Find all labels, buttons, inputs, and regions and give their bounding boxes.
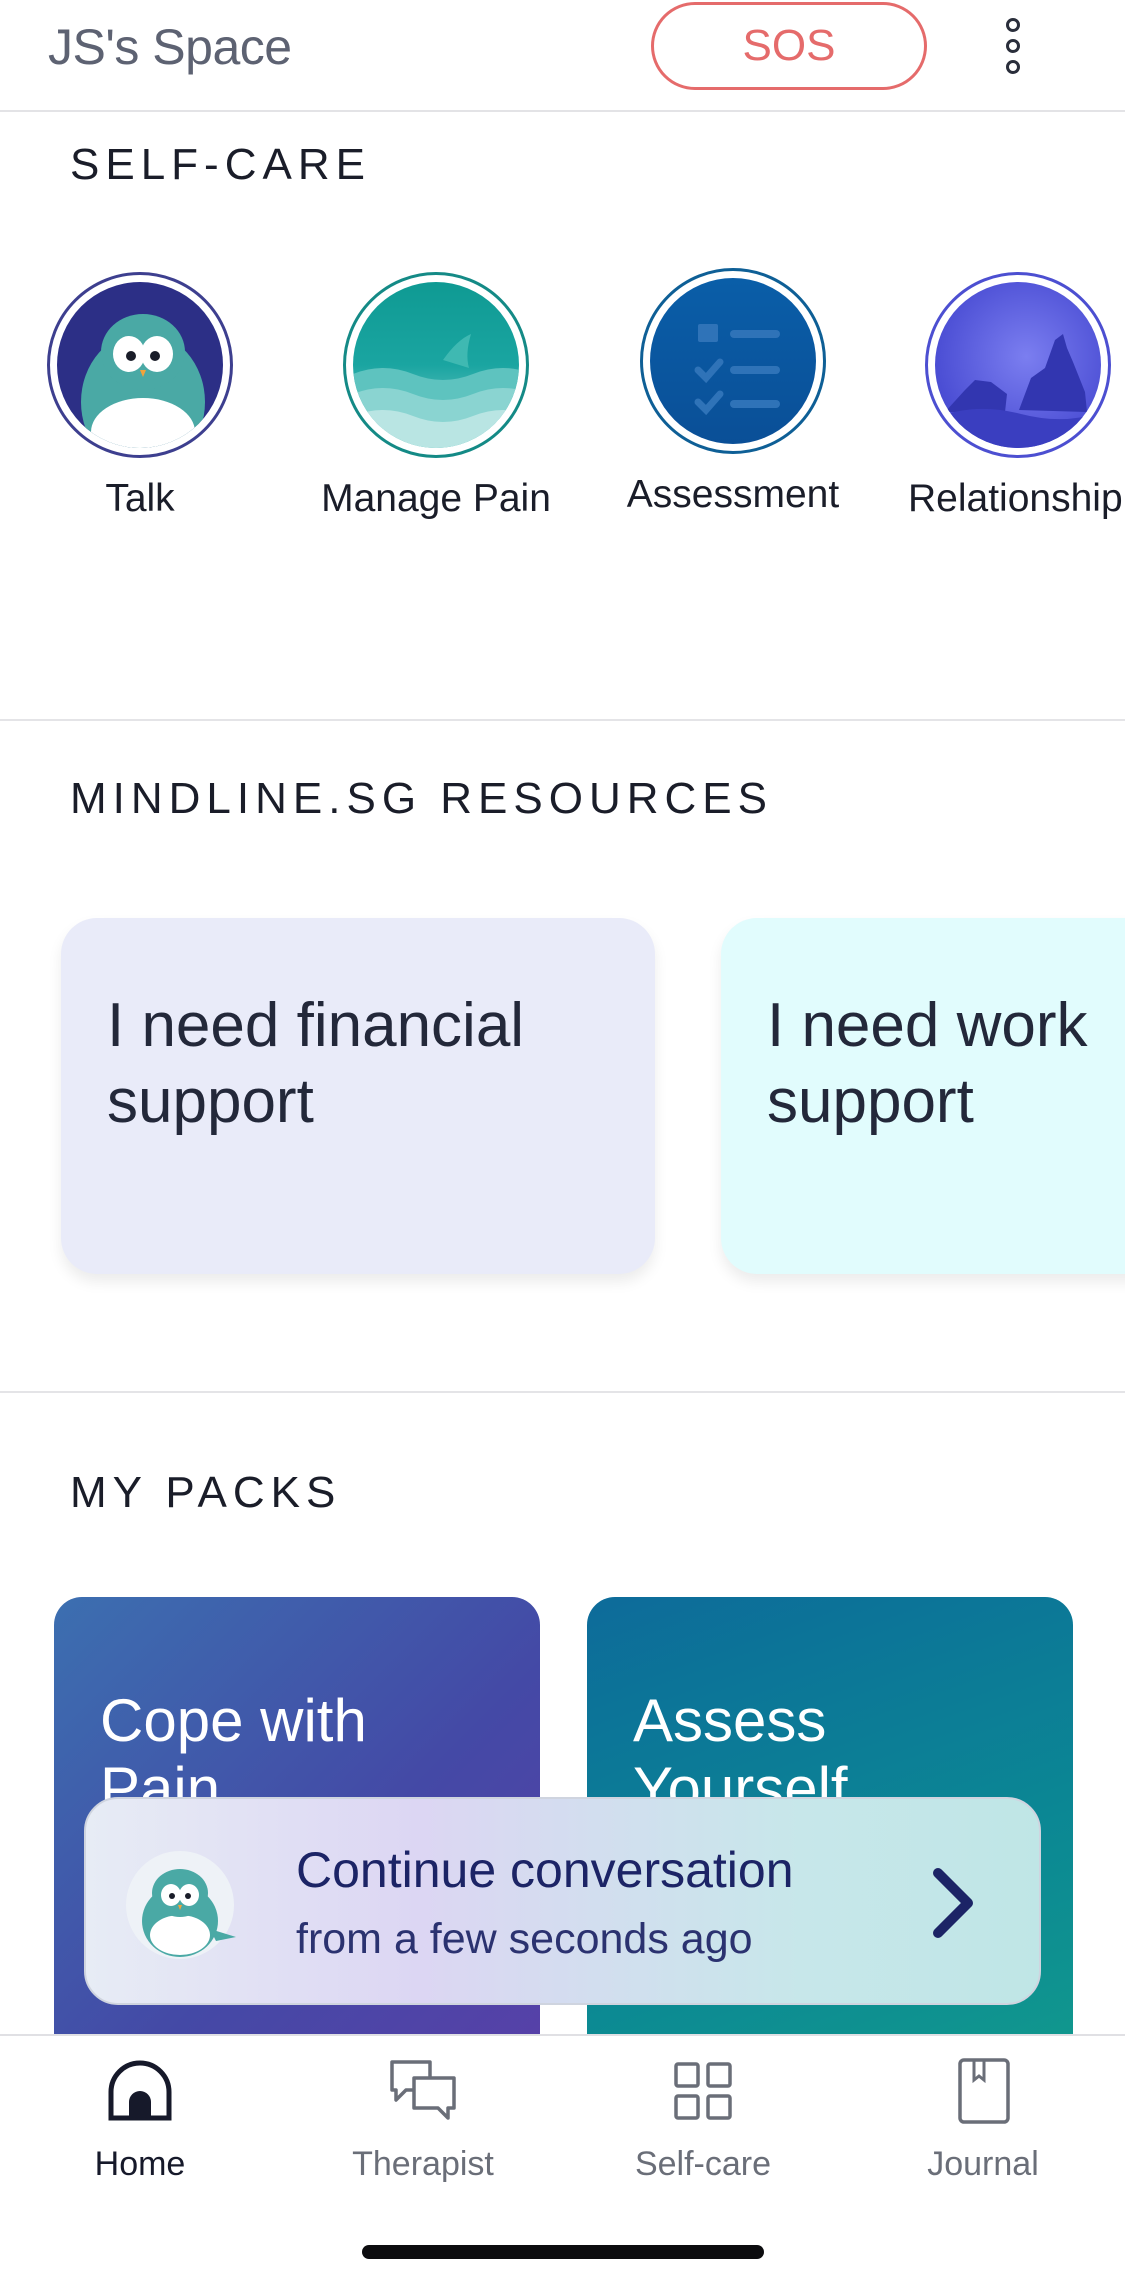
shark-fin-icon xyxy=(343,272,529,458)
penguin-icon xyxy=(47,272,233,458)
section-divider xyxy=(0,1391,1125,1393)
chevron-right-icon xyxy=(933,1868,973,1938)
grid-icon xyxy=(674,2062,732,2120)
nav-journal[interactable]: Journal xyxy=(873,2056,1093,2184)
top-bar: JS's Space SOS xyxy=(0,0,1125,112)
continue-title: Continue conversation xyxy=(296,1842,794,1898)
more-vertical-icon[interactable] xyxy=(995,14,1031,78)
self-care-talk[interactable]: Talk xyxy=(10,272,270,522)
self-care-relationship[interactable]: Relationship xyxy=(898,272,1125,522)
nav-self-care[interactable]: Self-care xyxy=(593,2056,813,2184)
nav-label: Therapist xyxy=(352,2145,494,2183)
wolves-icon xyxy=(925,272,1111,458)
journal-icon xyxy=(958,2058,1010,2124)
home-icon xyxy=(108,2060,172,2121)
self-care-assessment[interactable]: Assessment xyxy=(603,268,863,518)
nav-label: Self-care xyxy=(634,2145,772,2183)
self-care-label: Talk xyxy=(105,477,175,520)
resource-card-financial[interactable]: I need financial support xyxy=(61,918,655,1274)
checklist-icon xyxy=(640,268,826,454)
continue-subtitle: from a few seconds ago xyxy=(296,1915,753,1963)
nav-therapist[interactable]: Therapist xyxy=(313,2056,533,2184)
home-indicator[interactable] xyxy=(362,2245,764,2259)
self-care-label: Relationship xyxy=(908,477,1123,520)
self-care-label: Manage Pain xyxy=(321,477,551,520)
resource-card-label: I need work support xyxy=(767,991,1088,1136)
self-care-heading: SELF-CARE xyxy=(70,140,371,189)
chat-bubbles-icon xyxy=(390,2060,456,2120)
packs-heading: MY PACKS xyxy=(70,1468,342,1517)
penguin-icon xyxy=(126,1851,236,1959)
nav-label: Home xyxy=(94,2145,186,2183)
resources-heading: MINDLINE.SG RESOURCES xyxy=(70,774,773,823)
continue-conversation-banner[interactable]: Continue conversation from a few seconds… xyxy=(84,1797,1041,2005)
self-care-manage-pain[interactable]: Manage Pain xyxy=(306,272,566,522)
self-care-label: Assessment xyxy=(626,473,840,516)
resource-card-label: I need financial support xyxy=(107,991,525,1136)
section-divider xyxy=(0,719,1125,721)
app-title: JS's Space xyxy=(48,19,292,75)
nav-home[interactable]: Home xyxy=(30,2056,250,2184)
resource-card-work[interactable]: I need work support xyxy=(721,918,1125,1274)
nav-label: Journal xyxy=(927,2145,1039,2183)
sos-button[interactable]: SOS xyxy=(651,2,927,90)
